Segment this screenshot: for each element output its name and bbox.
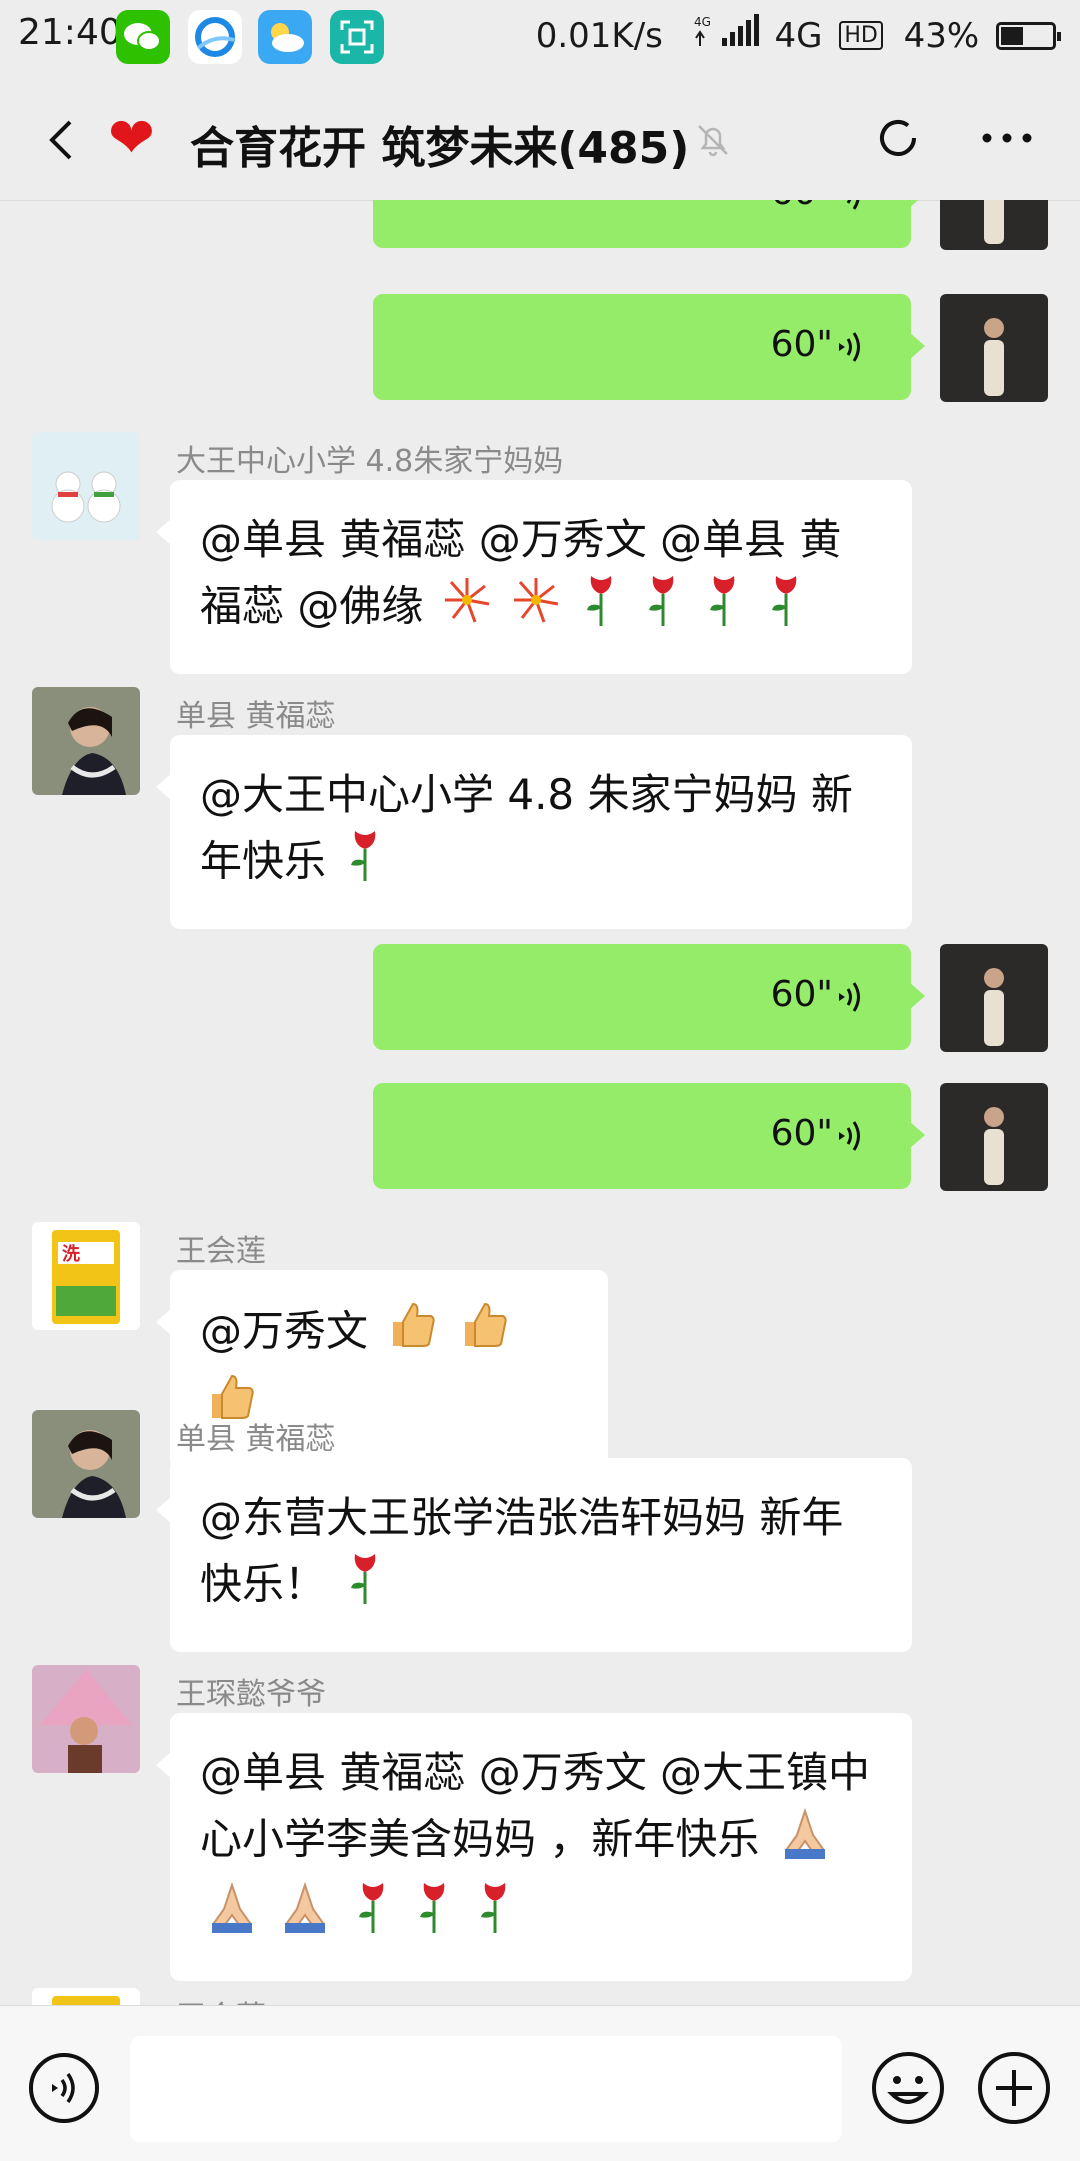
mute-bell-icon <box>693 120 733 160</box>
rose-icon <box>764 572 808 646</box>
rose-icon <box>343 1550 387 1624</box>
weather-icon <box>258 10 312 64</box>
voice-input-icon[interactable] <box>28 2052 100 2124</box>
message-text: @大王中心小学 4.8 朱家宁妈妈 新年快乐 <box>200 770 853 886</box>
sender-name: 大王中心小学 4.8朱家宁妈妈 <box>176 444 564 479</box>
fireworks-icon <box>510 574 562 644</box>
voice-duration: 60" <box>771 200 833 213</box>
hd-badge: HD <box>839 21 883 50</box>
rose-icon <box>412 1879 456 1953</box>
message-bubble[interactable]: @东营大王张学浩张浩轩妈妈 新年快乐！ <box>156 1458 912 1652</box>
sender-name: 单县 黄福蕊 <box>176 1422 336 1457</box>
thumbs-up-icon <box>457 1298 511 1370</box>
more-options-icon[interactable] <box>975 106 1039 170</box>
sender-name: 王会莲 <box>176 1992 266 2005</box>
sender-name: 王琛懿爷爷 <box>176 1677 326 1712</box>
chat-header: ❤ 合育花开 筑梦未来(485) <box>0 78 1080 201</box>
voice-bubble[interactable]: 60" <box>373 944 925 1050</box>
message-bubble[interactable]: @单县 黄福蕊 @万秀文 @大王镇中心小学李美含妈妈 ，新年快乐 <box>156 1713 912 1981</box>
my-avatar[interactable] <box>940 1083 1048 1191</box>
sender-name: 单县 黄福蕊 <box>176 699 336 734</box>
my-avatar[interactable] <box>940 944 1048 1052</box>
message-text: @万秀文 <box>200 1306 382 1356</box>
voice-wave-icon <box>846 200 860 210</box>
emoji-icon[interactable] <box>870 2050 946 2126</box>
plus-icon[interactable] <box>976 2050 1052 2126</box>
voice-bubble[interactable]: 60" <box>373 294 925 400</box>
battery-percent: 43% <box>903 15 980 56</box>
voice-wave-icon <box>839 1121 860 1151</box>
sender-avatar[interactable]: 洗 <box>32 1222 140 1330</box>
sender-name: 王会莲 <box>176 1234 266 1269</box>
message-text: @东营大王张学浩张浩轩妈妈 新年快乐！ <box>200 1493 844 1609</box>
svg-text:洗: 洗 <box>62 1243 80 1265</box>
pray-icon <box>777 1805 833 1879</box>
sender-avatar[interactable] <box>32 1988 140 2005</box>
rose-icon <box>351 1879 395 1953</box>
status-time: 21:40 <box>18 12 122 53</box>
sender-avatar[interactable] <box>32 1665 140 1773</box>
rose-icon <box>473 1879 517 1953</box>
input-bar <box>0 2005 1080 2161</box>
browser-icon <box>188 10 242 64</box>
voice-duration: 60" <box>770 324 833 365</box>
battery-icon <box>996 21 1061 50</box>
message-bubble[interactable]: @大王中心小学 4.8 朱家宁妈妈 新年快乐 <box>156 735 912 929</box>
rose-icon <box>343 827 387 901</box>
sender-avatar[interactable] <box>32 687 140 795</box>
voice-duration: 60" <box>770 974 833 1015</box>
rose-icon <box>641 572 685 646</box>
sender-avatar[interactable] <box>32 1410 140 1518</box>
voice-wave-icon <box>839 332 860 362</box>
message-bubble[interactable]: @单县 黄福蕊 @万秀文 @单县 黄福蕊 @佛缘 <box>156 480 912 674</box>
heart-icon: ❤ <box>108 106 155 171</box>
voice-duration: 60" <box>770 1113 833 1154</box>
pray-icon <box>277 1879 333 1953</box>
back-arrow-icon[interactable] <box>36 112 92 168</box>
thumbs-up-icon <box>385 1298 439 1370</box>
pray-icon <box>204 1879 260 1953</box>
message-input[interactable] <box>130 2036 842 2142</box>
signal-icon: 4G <box>694 14 764 57</box>
svg-text:4G: 4G <box>694 15 711 29</box>
voice-bubble[interactable]: 60" <box>373 200 925 248</box>
voice-wave-icon <box>839 982 860 1012</box>
fireworks-icon <box>441 574 493 644</box>
refresh-icon[interactable] <box>870 110 926 166</box>
my-avatar[interactable] <box>940 294 1048 402</box>
network-type: 4G <box>774 15 823 56</box>
message-text: @单县 黄福蕊 @万秀文 @大王镇中心小学李美含妈妈 ，新年快乐 <box>200 1748 871 1864</box>
voice-bubble[interactable]: 60" <box>373 1083 925 1189</box>
wechat-icon <box>116 10 170 64</box>
rose-icon <box>579 572 623 646</box>
status-bar: 21:40 0.01K/s 4G 4G HD 43% <box>0 0 1080 78</box>
network-speed: 0.01K/s <box>535 15 663 56</box>
chat-title: 合育花开 筑梦未来(485) <box>190 123 690 174</box>
my-avatar[interactable] <box>940 200 1048 250</box>
message-list[interactable]: 60" 60" 大王中心小学 4.8朱家宁妈妈 @单县 黄福蕊 @万秀文 @单县… <box>0 200 1080 2005</box>
scan-icon <box>330 10 384 64</box>
status-right: 0.01K/s 4G 4G HD 43% <box>535 14 1061 57</box>
rose-icon <box>702 572 746 646</box>
sender-avatar[interactable] <box>32 432 140 540</box>
